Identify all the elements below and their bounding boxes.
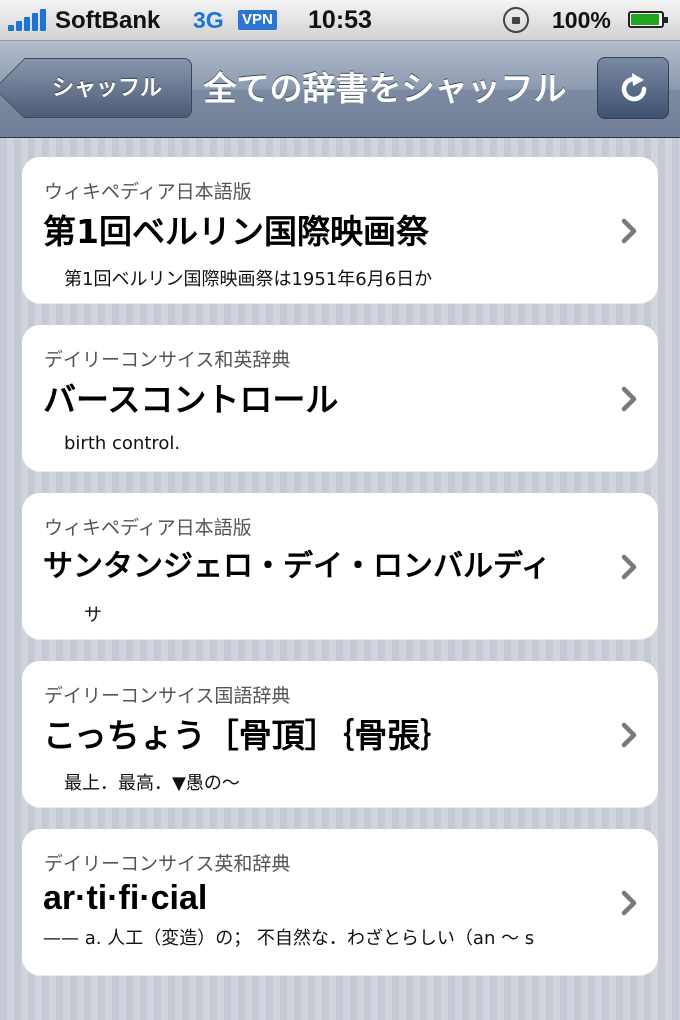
dictionary-source: ウィキペディア日本語版 xyxy=(44,181,252,203)
rotation-lock-icon xyxy=(503,7,529,33)
list-item[interactable]: ウィキペディア日本語版 サンタンジェロ・デイ・ロンバルディ サ xyxy=(22,493,658,639)
entry-headword: こっちょう［骨頂］｛骨張｝ xyxy=(43,716,454,755)
list-item[interactable]: ウィキペディア日本語版 第1回ベルリン国際映画祭 第1回ベルリン国際映画祭は19… xyxy=(22,157,658,303)
battery-icon xyxy=(628,11,668,28)
page-title: 全ての辞書をシャッフル xyxy=(203,69,567,108)
entry-excerpt: 第1回ベルリン国際映画祭は1951年6月6日か xyxy=(64,269,433,290)
chevron-right-icon xyxy=(621,386,637,412)
refresh-button[interactable] xyxy=(597,57,669,119)
chevron-right-icon xyxy=(621,890,637,916)
list-item[interactable]: デイリーコンサイス和英辞典 バースコントロール birth control. xyxy=(22,325,658,471)
list-item[interactable]: デイリーコンサイス国語辞典 こっちょう［骨頂］｛骨張｝ 最上．最高．▼愚の～ xyxy=(22,661,658,807)
battery-percent: 100% xyxy=(552,7,611,33)
refresh-icon xyxy=(621,73,647,102)
list-item[interactable]: デイリーコンサイス英和辞典 ar·ti·fi·cial —— a. 人工（変造）… xyxy=(22,829,658,975)
entry-excerpt: サ xyxy=(84,605,102,626)
chevron-right-icon xyxy=(621,554,637,580)
entry-headword: サンタンジェロ・デイ・ロンバルディ xyxy=(43,549,551,584)
navigation-bar: シャッフル 全ての辞書をシャッフル xyxy=(0,41,680,138)
dictionary-source: ウィキペディア日本語版 xyxy=(44,517,252,539)
entry-excerpt: —— a. 人工（変造）の； 不自然な．わざとらしい（an ～ s xyxy=(43,928,535,949)
back-button[interactable]: シャッフル xyxy=(24,58,192,118)
dictionary-source: デイリーコンサイス和英辞典 xyxy=(44,349,291,371)
entry-headword: バースコントロール xyxy=(43,380,339,419)
battery-fill xyxy=(631,14,659,25)
entry-headword: ar·ti·fi·cial xyxy=(43,879,208,917)
entry-excerpt: birth control. xyxy=(64,433,181,454)
status-bar: SoftBank 3G VPN 10:53 100% xyxy=(0,0,680,41)
chevron-right-icon xyxy=(621,218,637,244)
dictionary-source: デイリーコンサイス国語辞典 xyxy=(44,685,291,707)
entry-headword: 第1回ベルリン国際映画祭 xyxy=(43,212,429,251)
chevron-right-icon xyxy=(621,722,637,748)
dictionary-source: デイリーコンサイス英和辞典 xyxy=(44,853,291,875)
entry-excerpt: 最上．最高．▼愚の～ xyxy=(64,773,240,794)
